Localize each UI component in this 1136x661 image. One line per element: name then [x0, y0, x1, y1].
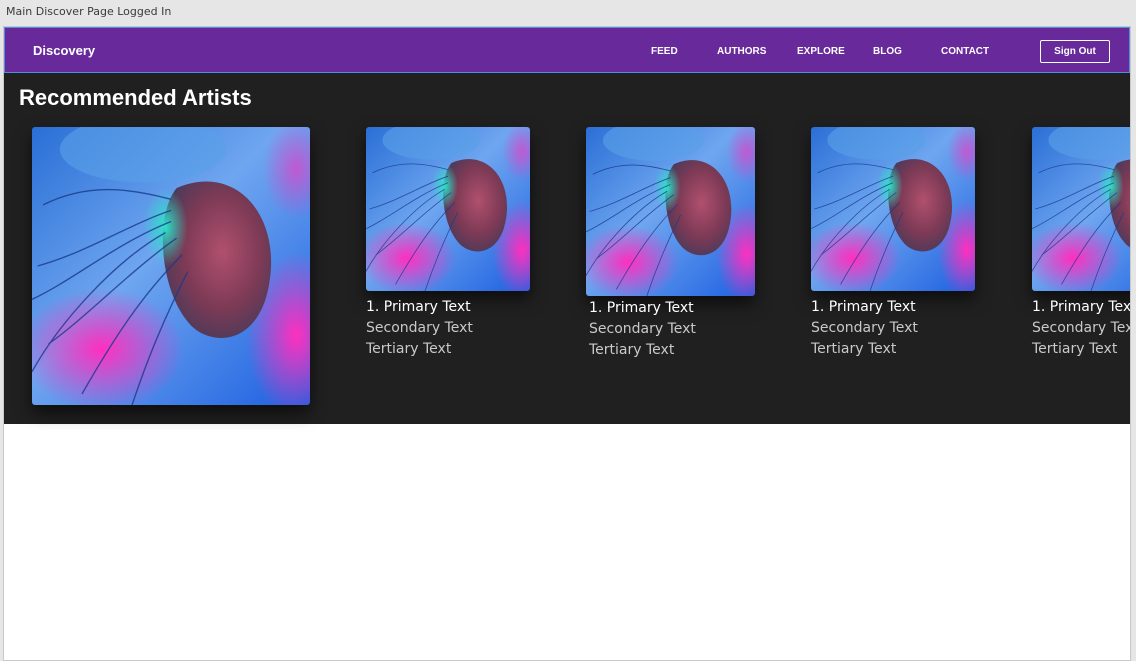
artist-image[interactable] [366, 127, 530, 291]
artist-card-text: 1. Primary Text Secondary Text Tertiary … [811, 297, 918, 360]
tertiary-text: Tertiary Text [1032, 341, 1118, 357]
nav-link-feed[interactable]: FEED [651, 46, 678, 57]
artist-card-text: 1. Primary Text Secondary Text Tertiary … [589, 298, 696, 361]
nav-link-authors[interactable]: AUTHORS [717, 46, 766, 57]
artist-image[interactable] [811, 127, 975, 291]
section-title: Recommended Artists [19, 85, 252, 110]
sign-out-button[interactable]: Sign Out [1040, 40, 1110, 63]
nav-link-blog[interactable]: BLOG [873, 46, 902, 57]
primary-text: 1. Primary Text [366, 299, 471, 315]
jellyfish-image [32, 127, 310, 405]
secondary-text: Secondary Text [366, 320, 473, 336]
jellyfish-image [1032, 127, 1131, 291]
top-navbar: Discovery FEED AUTHORS EXPLORE BLOG CONT… [4, 27, 1130, 73]
jellyfish-image [586, 127, 755, 296]
recommended-artists-section: Recommended Artists 1. Primary Text Seco… [4, 73, 1130, 424]
browser-frame: Discovery FEED AUTHORS EXPLORE BLOG CONT… [3, 26, 1131, 661]
artist-card-text: 1. Primary Text Secondary Text Tertiary … [366, 297, 473, 360]
primary-text: 1. Primary Text [589, 300, 694, 316]
artist-image[interactable] [586, 127, 755, 296]
primary-text: 1. Primary Text [1032, 299, 1131, 315]
artist-card-text: 1. Primary Text Secondary Text Tertiary … [1032, 297, 1131, 360]
primary-text: 1. Primary Text [811, 299, 916, 315]
jellyfish-image [366, 127, 530, 291]
secondary-text: Secondary Text [1032, 320, 1131, 336]
secondary-text: Secondary Text [589, 321, 696, 337]
artist-image[interactable] [32, 127, 310, 405]
secondary-text: Secondary Text [811, 320, 918, 336]
jellyfish-image [811, 127, 975, 291]
nav-link-contact[interactable]: CONTACT [941, 46, 989, 57]
nav-link-explore[interactable]: EXPLORE [797, 46, 845, 57]
window-title: Main Discover Page Logged In [6, 5, 172, 18]
artist-image[interactable] [1032, 127, 1131, 291]
brand-logo[interactable]: Discovery [33, 43, 95, 58]
tertiary-text: Tertiary Text [366, 341, 452, 357]
tertiary-text: Tertiary Text [811, 341, 897, 357]
tertiary-text: Tertiary Text [589, 342, 675, 358]
